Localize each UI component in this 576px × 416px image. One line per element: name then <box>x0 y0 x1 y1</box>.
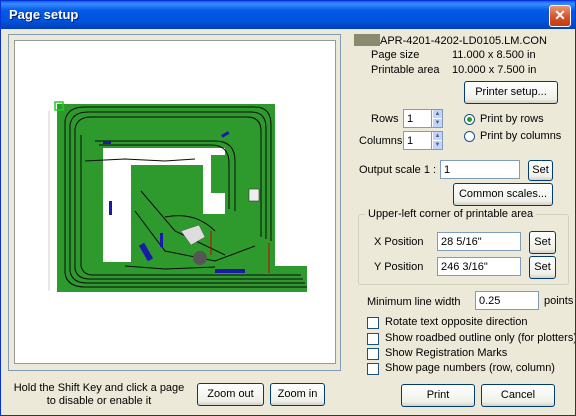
shift-click-hint: Hold the Shift Key and click a page to d… <box>13 382 185 407</box>
rows-field[interactable]: 1 <box>403 109 433 128</box>
common-scales-button[interactable]: Common scales... <box>453 183 553 206</box>
set-scale-button[interactable]: Set <box>528 160 553 181</box>
registration-marks-checkbox[interactable] <box>367 348 379 360</box>
zoom-in-button[interactable]: Zoom in <box>270 383 325 406</box>
min-line-width-label: Minimum line width <box>367 296 461 308</box>
rows-stepper[interactable]: ▲ ▼ <box>431 109 443 128</box>
page-numbers-label[interactable]: Show page numbers (row, column) <box>385 362 555 374</box>
page-size-label: Page size <box>371 49 420 61</box>
set-y-position-button[interactable]: Set <box>529 256 556 279</box>
rows-label: Rows <box>371 113 399 125</box>
rotate-text-label[interactable]: Rotate text opposite direction <box>385 316 527 328</box>
page-numbers-checkbox[interactable] <box>367 363 379 375</box>
min-line-width-field[interactable]: 0.25 <box>475 291 539 310</box>
x-position-field[interactable]: 28 5/16" <box>437 232 521 251</box>
file-name: APR-4201-4202-LD0105.LM.CON <box>380 35 547 47</box>
rotate-text-checkbox[interactable] <box>367 317 379 329</box>
columns-stepper[interactable]: ▲ ▼ <box>431 131 443 150</box>
print-by-rows-radio[interactable] <box>464 114 475 125</box>
print-by-columns-label[interactable]: Print by columns <box>480 130 561 142</box>
printer-setup-button[interactable]: Printer setup... <box>464 81 558 104</box>
print-page-preview[interactable] <box>14 40 336 364</box>
y-position-label: Y Position <box>374 261 424 273</box>
zoom-out-button[interactable]: Zoom out <box>197 383 264 406</box>
registration-marks-label[interactable]: Show Registration Marks <box>385 347 507 359</box>
cancel-button[interactable]: Cancel <box>481 384 555 407</box>
preview-panel <box>8 34 341 371</box>
track-layout-drawing <box>48 101 307 292</box>
columns-field[interactable]: 1 <box>403 131 433 150</box>
roadbed-outline-label[interactable]: Show roadbed outline only (for plotters) <box>385 332 575 344</box>
columns-label: Columns <box>359 135 403 147</box>
printable-area-label: Printable area <box>371 64 440 76</box>
page-size-value: 11.000 x 8.500 in <box>452 49 536 61</box>
print-by-columns-radio[interactable] <box>464 131 475 142</box>
points-unit-label: points <box>544 295 574 307</box>
close-icon[interactable]: ✕ <box>549 5 571 27</box>
page-setup-dialog: Page setup ✕ Hold the Shift Key and clic… <box>0 0 576 416</box>
file-name-redaction <box>354 34 380 46</box>
output-scale-field[interactable]: 1 <box>440 160 520 179</box>
printable-area-value: 10.000 x 7.500 in <box>452 64 537 76</box>
window-title: Page setup <box>9 7 79 22</box>
title-bar[interactable]: Page setup ✕ <box>1 1 575 29</box>
print-by-rows-label[interactable]: Print by rows <box>480 113 544 125</box>
print-button[interactable]: Print <box>401 384 475 407</box>
upper-left-group-title: Upper-left corner of printable area <box>365 208 537 220</box>
x-position-label: X Position <box>374 236 424 248</box>
set-x-position-button[interactable]: Set <box>529 231 556 254</box>
y-position-field[interactable]: 246 3/16" <box>437 257 521 276</box>
roadbed-outline-checkbox[interactable] <box>367 333 379 345</box>
output-scale-label: Output scale 1 : <box>359 164 437 176</box>
